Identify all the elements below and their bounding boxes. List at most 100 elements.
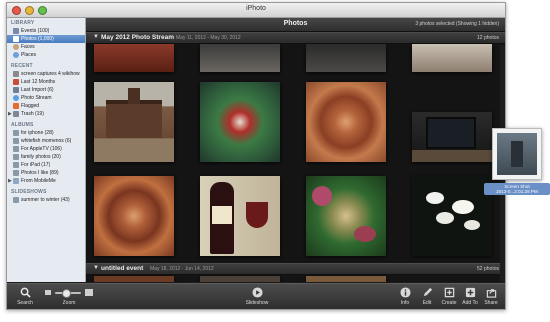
dragged-file-date: 2013-0...2:01:28 PM	[496, 189, 538, 194]
sidebar-item-trash[interactable]: ▶ Trash (19)	[7, 110, 85, 118]
disclosure-triangle-icon[interactable]: ▶	[8, 177, 12, 185]
album-icon	[13, 170, 19, 176]
sidebar-item-label: Photo Stream	[21, 95, 52, 101]
add-to-button[interactable]: Add To	[459, 287, 481, 306]
sidebar-item-last-12-months[interactable]: Last 12 Months	[7, 78, 85, 86]
album-icon	[13, 146, 19, 152]
collapse-triangle-icon[interactable]: ▼	[93, 265, 99, 271]
photo-thumbnail[interactable]	[94, 82, 174, 162]
collapse-triangle-icon[interactable]: ▼	[93, 34, 99, 40]
sidebar-item-photos[interactable]: Photos (1,000)	[7, 35, 85, 43]
sidebar-item-label: Last 12 Months	[21, 79, 56, 85]
window-title: iPhoto	[246, 5, 266, 12]
photo-thumbnail[interactable]	[412, 176, 492, 256]
search-icon	[20, 287, 31, 298]
bottom-toolbar: Search Zoom Slideshow Info Edit Create A…	[7, 283, 505, 309]
sidebar-item-flagged[interactable]: Flagged	[7, 102, 85, 110]
photo-thumbnail[interactable]	[306, 276, 386, 282]
add-to-label: Add To	[462, 300, 478, 306]
sidebar-item-label: whitefish momenos (6)	[21, 138, 72, 144]
album-icon	[13, 162, 19, 168]
event-date-range: May 18, 2012 - Jun 14, 2012	[150, 266, 214, 272]
photo-thumbnail[interactable]	[200, 276, 280, 282]
folder-icon	[13, 178, 19, 184]
dragged-file-preview[interactable]	[492, 128, 542, 180]
sidebar-item-from-mobileme[interactable]: ▶ From MobileMe	[7, 177, 85, 185]
info-button[interactable]: Info	[395, 287, 415, 306]
create-button[interactable]: Create	[438, 287, 460, 306]
pencil-icon	[423, 287, 432, 297]
search-label: Search	[17, 300, 33, 306]
file-thumbnail	[497, 133, 537, 175]
photo-thumbnail[interactable]	[94, 176, 174, 256]
sidebar-item-album[interactable]: For iPad (17)	[7, 161, 85, 169]
photo-stream-icon	[13, 95, 19, 101]
edit-button[interactable]: Edit	[417, 287, 437, 306]
sidebar-item-faces[interactable]: Faces	[7, 43, 85, 51]
sidebar-item-screen-captures[interactable]: screen captures 4 wikihow	[7, 70, 85, 78]
large-thumbnail-icon	[85, 289, 93, 296]
sidebar-item-label: Places	[21, 52, 37, 58]
share-button[interactable]: Share	[480, 287, 502, 306]
photo-browser[interactable]: Photos 3 photos selected (Showing 1 hidd…	[86, 18, 505, 282]
trash-icon	[13, 111, 19, 117]
sidebar-item-album[interactable]: For AppleTV (106)	[7, 145, 85, 153]
photo-thumbnail[interactable]	[306, 44, 386, 72]
create-icon	[444, 287, 454, 298]
sidebar-item-label: Photos (1,000)	[21, 36, 54, 42]
sidebar-item-label: Faces	[21, 44, 35, 50]
photo-thumbnail[interactable]	[200, 82, 280, 162]
info-label: Info	[400, 300, 410, 306]
dragged-file-label: Screen Shot 2013-0...2:01:28 PM	[484, 183, 550, 195]
slideshow-label: Slideshow	[245, 300, 269, 306]
title-bar[interactable]: iPhoto	[7, 3, 505, 18]
disclosure-triangle-icon[interactable]: ▶	[8, 110, 12, 118]
album-icon	[13, 130, 19, 136]
photo-thumbnail[interactable]	[200, 44, 280, 72]
flag-icon	[13, 103, 19, 109]
places-icon	[13, 52, 19, 58]
section-header-library: LIBRARY	[11, 20, 35, 26]
photo-thumbnail[interactable]	[94, 44, 174, 72]
photo-thumbnail[interactable]	[94, 276, 174, 282]
sidebar-item-events[interactable]: Events (100)	[7, 27, 85, 35]
sidebar-item-label: Last Import (6)	[21, 87, 54, 93]
zoom-label: Zoom	[62, 300, 76, 306]
zoom-slider-knob[interactable]	[62, 289, 71, 298]
sidebar-item-label: For AppleTV (106)	[21, 146, 62, 152]
sidebar-item-label: summer to winter (43)	[21, 197, 70, 203]
iphoto-window: iPhoto LIBRARY Events (100) Photos (1,00…	[6, 2, 506, 310]
sidebar-item-slideshow[interactable]: summer to winter (43)	[7, 196, 85, 204]
small-thumbnail-icon	[45, 290, 51, 295]
event-title: untitled event	[101, 265, 144, 272]
sidebar-item-label: screen captures 4 wikihow	[21, 71, 80, 77]
sidebar-item-last-import[interactable]: Last Import (6)	[7, 86, 85, 94]
sidebar-item-album[interactable]: whitefish momenos (6)	[7, 137, 85, 145]
photo-thumbnail[interactable]	[200, 176, 280, 256]
search-button[interactable]: Search	[13, 287, 37, 306]
slideshow-button[interactable]: Slideshow	[244, 287, 270, 306]
event-photo-count: 12 photos	[477, 35, 499, 41]
sidebar-item-label: Photos I like (89)	[21, 170, 59, 176]
photo-thumbnail[interactable]	[412, 44, 492, 72]
sidebar-item-label: Trash (19)	[21, 111, 44, 117]
sidebar-item-label: for iphone (28)	[21, 130, 54, 136]
event-title: May 2012 Photo Stream	[101, 34, 174, 41]
event-header[interactable]: ▼ untitled event May 18, 2012 - Jun 14, …	[86, 263, 505, 275]
sidebar-item-label: Flagged	[21, 103, 40, 109]
photo-thumbnail[interactable]	[306, 82, 386, 162]
source-list-sidebar: LIBRARY Events (100) Photos (1,000) Face…	[7, 18, 86, 282]
sidebar-item-photo-stream[interactable]: Photo Stream	[7, 94, 85, 102]
photo-thumbnail[interactable]	[412, 112, 492, 162]
event-header[interactable]: ▼ May 2012 Photo Stream May 11, 2012 - M…	[86, 32, 505, 44]
sidebar-item-places[interactable]: Places	[7, 51, 85, 59]
album-icon	[13, 154, 19, 160]
album-icon	[13, 138, 19, 144]
sidebar-item-album[interactable]: for iphone (28)	[7, 129, 85, 137]
create-label: Create	[441, 300, 457, 306]
info-icon	[399, 287, 411, 298]
photo-thumbnail[interactable]	[306, 176, 386, 256]
sidebar-item-album[interactable]: Photos I like (89)	[7, 169, 85, 177]
section-header-albums: ALBUMS	[11, 122, 34, 128]
sidebar-item-album[interactable]: family photos (20)	[7, 153, 85, 161]
